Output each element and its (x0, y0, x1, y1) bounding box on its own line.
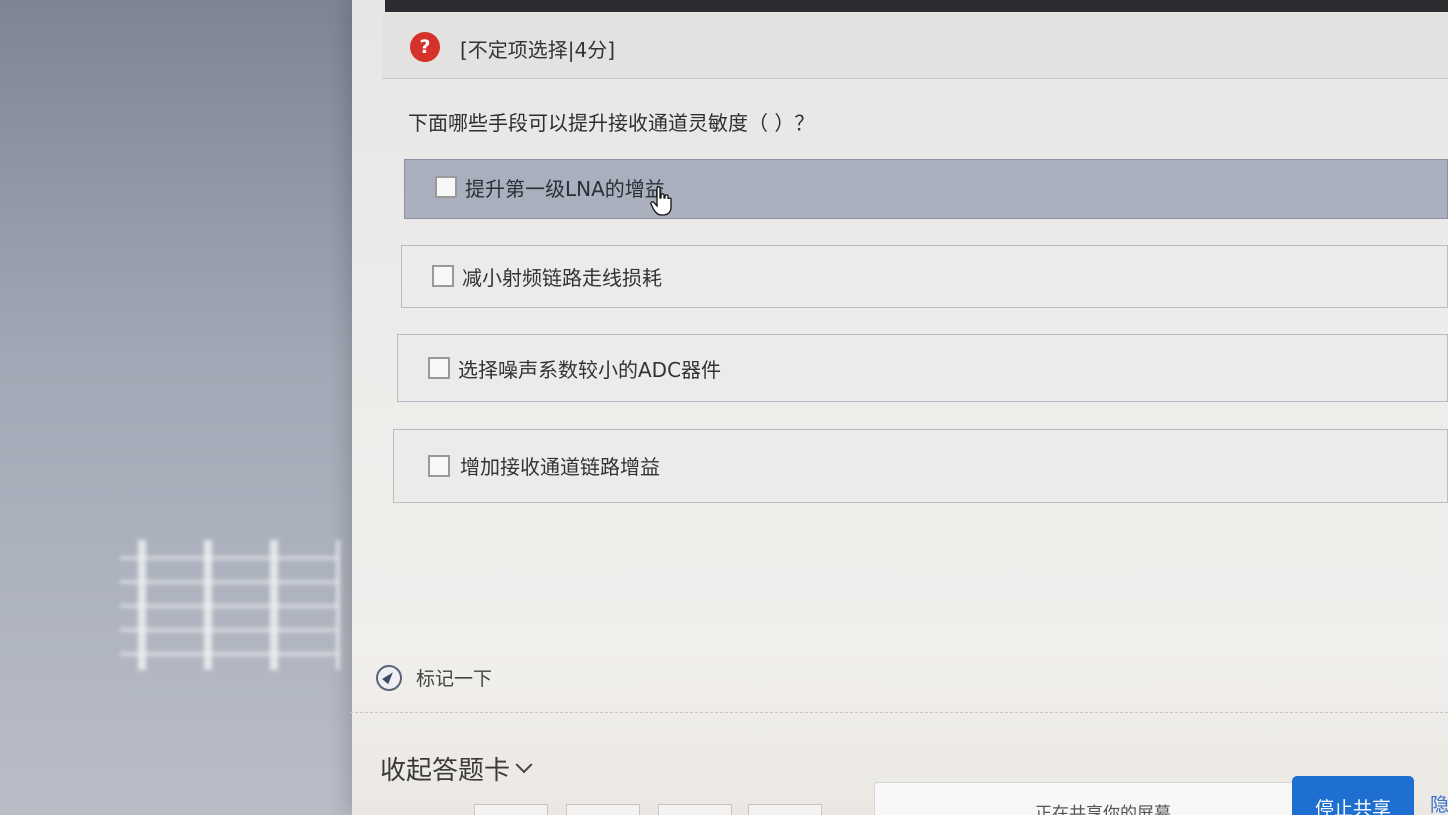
hand-pointer-icon (650, 186, 672, 216)
background-desk (0, 0, 400, 815)
compass-icon (376, 664, 402, 691)
chevron-down-icon (515, 755, 533, 773)
screen-share-bar: 正在共享你的屏幕 (874, 782, 1296, 815)
question-header: ? [不定项选择|4分] (382, 14, 1448, 79)
option-c-label: 选择噪声系数较小的ADC器件 (458, 358, 722, 382)
question-stem: 下面哪些手段可以提升接收通道灵敏度（ ）？ (408, 111, 815, 135)
mark-label: 标记一下 (416, 668, 493, 690)
option-a-checkbox[interactable] (435, 176, 457, 198)
answer-card-item[interactable] (474, 804, 548, 815)
stop-share-button[interactable]: 停止共享 (1292, 776, 1414, 815)
option-c-checkbox[interactable] (428, 357, 450, 379)
option-b[interactable]: 减小射频链路走线损耗 (401, 245, 1448, 308)
option-d[interactable]: 增加接收通道链路增益 (393, 429, 1448, 503)
collapse-answer-card-label: 收起答题卡 (380, 756, 511, 786)
answer-card-item[interactable] (566, 804, 640, 815)
option-d-checkbox[interactable] (428, 455, 450, 477)
option-b-checkbox[interactable] (432, 265, 454, 287)
answer-card-item[interactable] (748, 804, 822, 815)
option-d-label: 增加接收通道链路增益 (460, 455, 660, 479)
option-c[interactable]: 选择噪声系数较小的ADC器件 (397, 334, 1448, 402)
hide-share-bar-link[interactable]: 隐 (1430, 790, 1448, 815)
question-mark-icon: ? (410, 32, 440, 62)
answer-card-item[interactable] (658, 804, 732, 815)
collapse-answer-card-button[interactable]: 收起答题卡 (380, 750, 533, 787)
monitor-bezel (385, 0, 1448, 12)
question-type-label: [不定项选择|4分] (460, 38, 616, 62)
mark-question[interactable]: 标记一下 (376, 664, 492, 691)
option-a[interactable]: 提升第一级LNA的增益 (404, 159, 1448, 219)
option-a-label: 提升第一级LNA的增益 (465, 177, 665, 201)
screen-share-message: 正在共享你的屏幕 (1035, 804, 1171, 815)
light-reflection (120, 540, 340, 670)
option-b-label: 减小射频链路走线损耗 (462, 266, 662, 290)
divider (350, 712, 1448, 713)
